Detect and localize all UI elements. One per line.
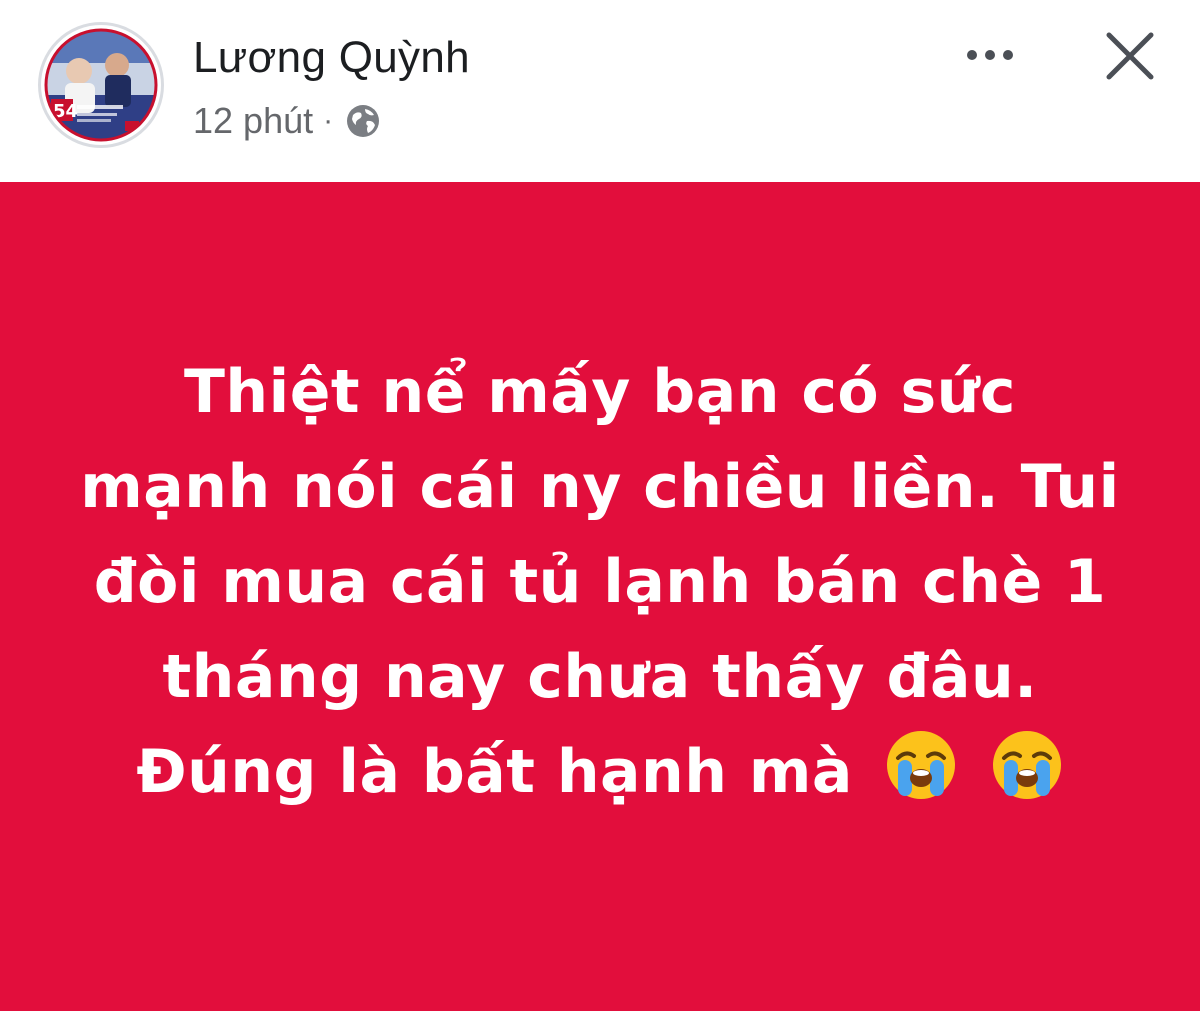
more-options-icon [967, 50, 1013, 60]
avatar-image: 54 [43, 27, 159, 143]
status-text: Thiệt nể mấy bạn có sức mạnh nói cái ny … [80, 357, 1120, 807]
globe-icon[interactable] [343, 101, 383, 141]
status-card: Thiệt nể mấy bạn có sức mạnh nói cái ny … [0, 182, 1200, 1011]
author-name[interactable]: Lương Quỳnh [193, 33, 470, 83]
status-text-block: Thiệt nể mấy bạn có sức mạnh nói cái ny … [80, 345, 1120, 820]
close-icon [1106, 32, 1154, 80]
loudly-crying-face-icon [884, 728, 958, 802]
timestamp[interactable]: 12 phút [193, 100, 313, 142]
close-button[interactable] [1098, 24, 1162, 88]
facebook-post: 54 Lương Quỳnh 12 phút · Thiệt nể mấy bạ… [0, 0, 1200, 1011]
more-options-button[interactable] [955, 28, 1025, 82]
loudly-crying-face-icon [990, 728, 1064, 802]
avatar[interactable]: 54 [38, 22, 164, 148]
post-meta: 12 phút · [193, 98, 383, 144]
post-header: 54 Lương Quỳnh 12 phút · [0, 0, 1200, 182]
meta-separator: · [323, 104, 334, 137]
